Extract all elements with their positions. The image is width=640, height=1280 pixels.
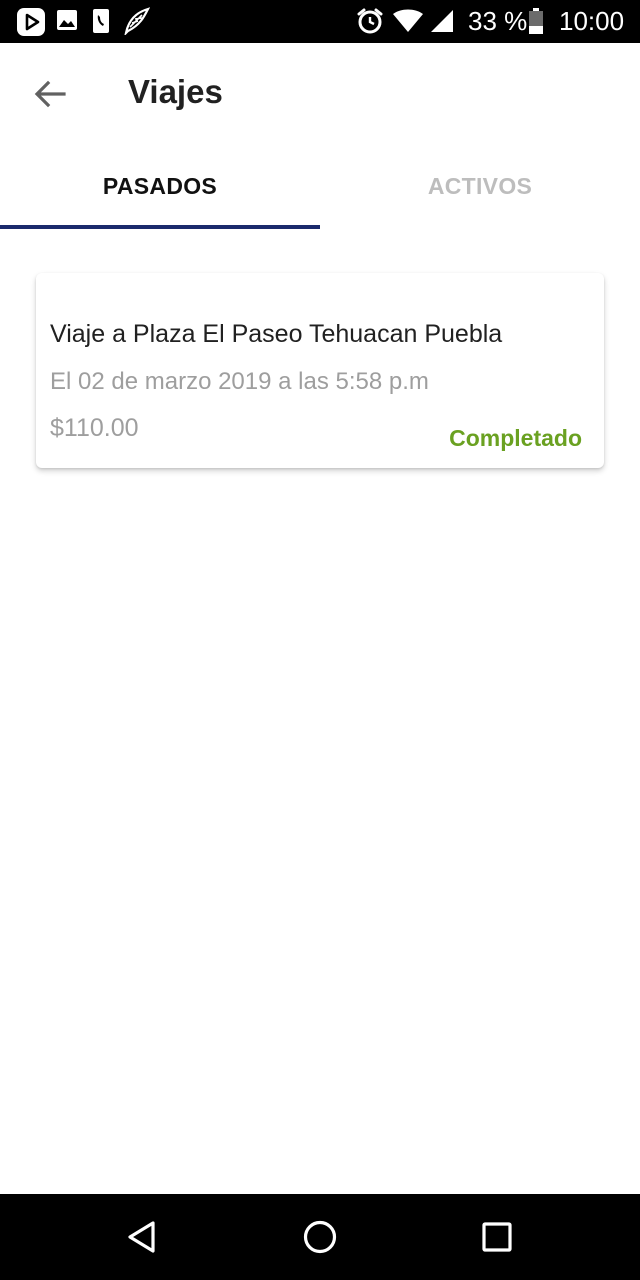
tab-indicator [0, 225, 320, 229]
status-bar: 33 % 10:00 [0, 0, 640, 43]
phone-icon [93, 9, 109, 33]
back-button[interactable] [26, 71, 74, 119]
image-icon [57, 10, 77, 30]
alarm-icon [357, 8, 383, 34]
wifi-icon [393, 9, 423, 32]
trip-status-badge: Completado [449, 425, 582, 451]
battery-percent: 33 % [468, 6, 528, 36]
system-nav-bar [0, 1194, 640, 1280]
page-title: Viajes [128, 73, 223, 110]
recents-square-icon [482, 1222, 512, 1252]
app-bar: Viajes [0, 43, 640, 143]
nav-back-button[interactable] [118, 1213, 166, 1261]
arrow-left-icon [34, 80, 66, 108]
tab-pasados[interactable]: PASADOS [0, 143, 320, 230]
battery-icon [529, 8, 543, 34]
status-time: 10:00 [559, 6, 625, 36]
play-store-icon [17, 8, 45, 36]
tab-activos[interactable]: ACTIVOS [320, 143, 640, 230]
home-circle-icon [303, 1220, 337, 1254]
signal-icon [431, 10, 453, 32]
trip-date: El 02 de marzo 2019 a las 5:58 p.m [50, 368, 429, 395]
nav-recents-button[interactable] [473, 1213, 521, 1261]
nav-home-button[interactable] [296, 1213, 344, 1261]
trip-price: $110.00 [50, 414, 139, 442]
tab-bar: PASADOS ACTIVOS [0, 143, 640, 230]
trip-title: Viaje a Plaza El Paseo Tehuacan Puebla [50, 320, 503, 348]
trip-card[interactable]: Viaje a Plaza El Paseo Tehuacan Puebla E… [36, 273, 604, 468]
back-triangle-icon [128, 1221, 155, 1253]
feather-icon [124, 7, 150, 35]
